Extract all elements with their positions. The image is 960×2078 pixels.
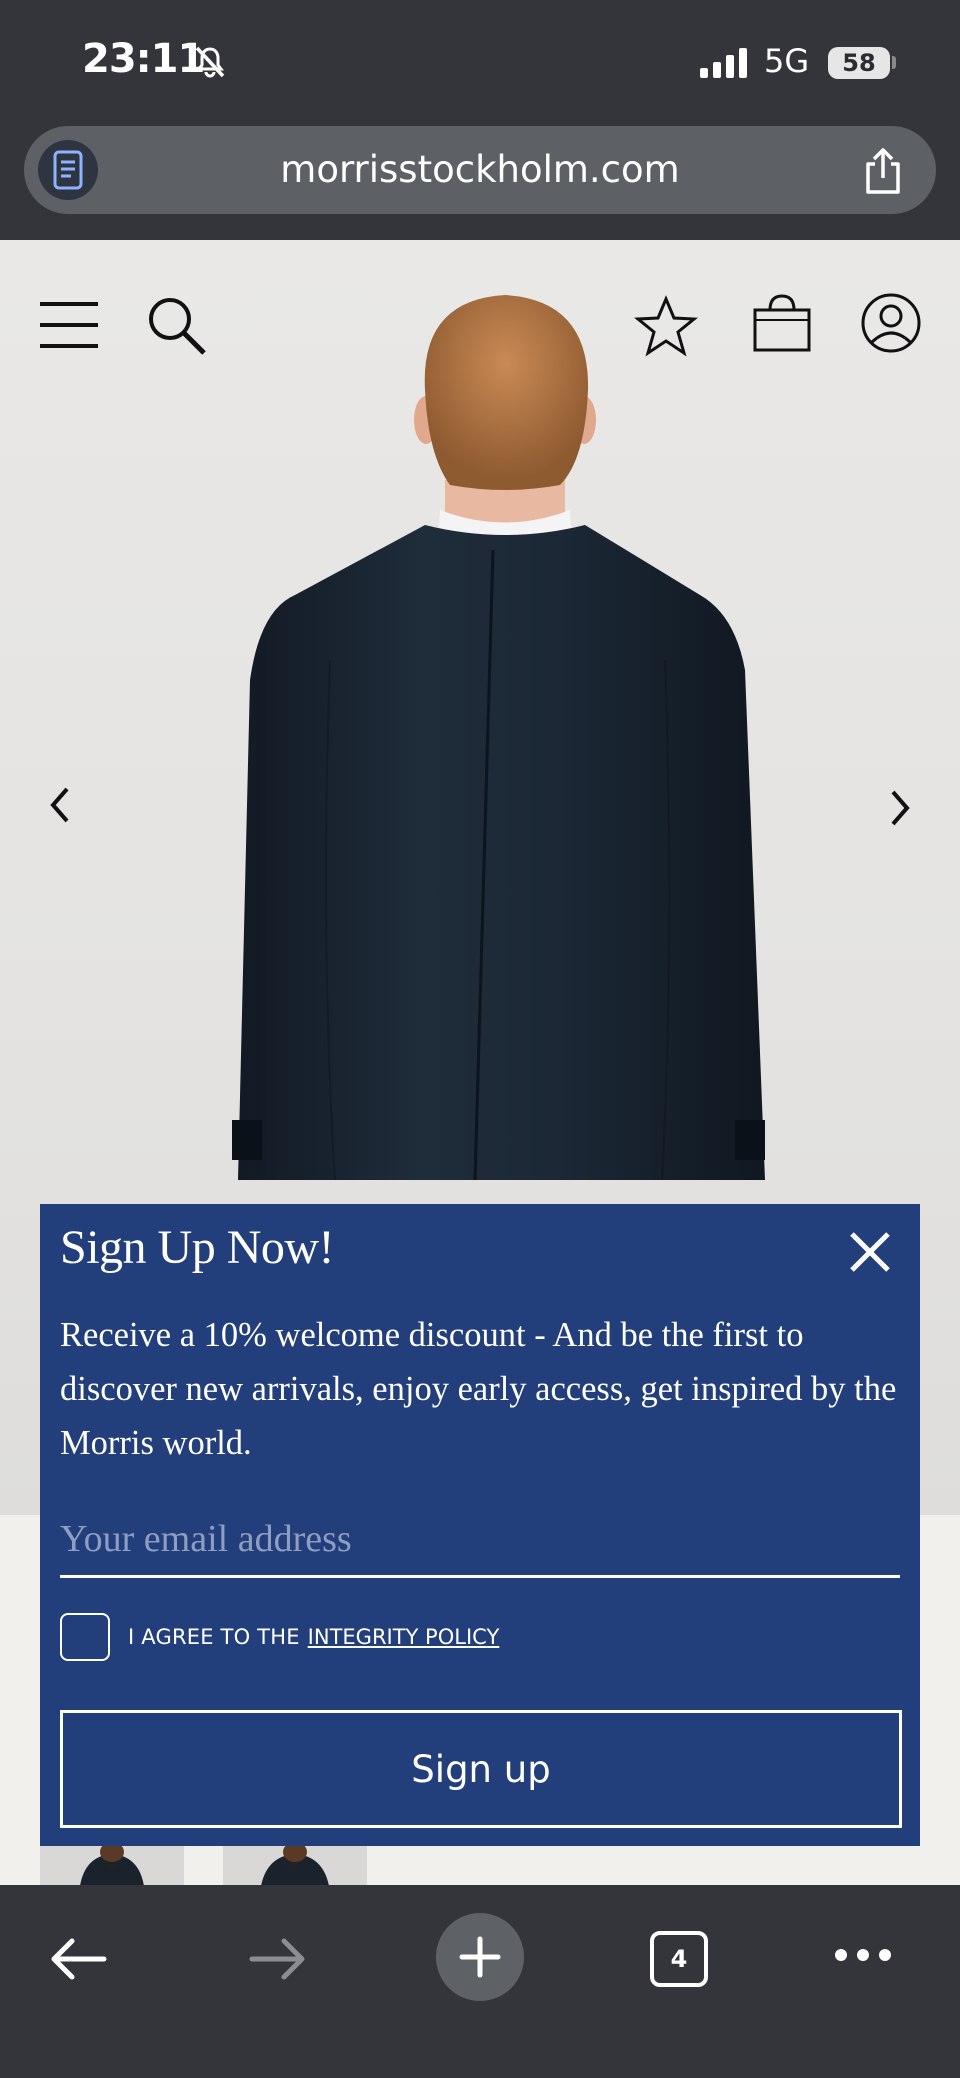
agree-label: I AGREE TO THE [128,1625,300,1649]
url-text[interactable]: morrisstockholm.com [124,126,836,214]
browser-toolbar: 4 [0,1885,960,2078]
tabs-icon[interactable]: 4 [650,1931,708,1987]
signup-button[interactable]: Sign up [60,1710,902,1828]
battery-nub [892,56,896,69]
more-icon[interactable] [830,1935,896,1975]
search-icon[interactable] [146,295,208,357]
signal-icon [700,48,747,78]
account-icon[interactable] [860,292,922,354]
bell-muted-icon [195,46,225,78]
address-bar[interactable]: morrisstockholm.com [24,126,936,214]
reader-icon[interactable] [38,140,98,200]
browser-address-area: morrisstockholm.com [0,120,960,240]
network-type: 5G [764,42,810,80]
new-tab-icon[interactable] [436,1913,524,2001]
status-bar: 23:11 5G 58 [0,0,960,120]
email-field[interactable] [60,1502,900,1578]
product-thumbnail[interactable] [40,1846,184,1886]
back-icon[interactable] [46,1929,110,1989]
chevron-left-icon[interactable] [30,775,90,835]
bag-icon[interactable] [752,292,812,354]
chevron-right-icon[interactable] [870,778,930,838]
agree-row: I AGREE TO THE INTEGRITY POLICY [60,1612,499,1662]
integrity-policy-link[interactable]: INTEGRITY POLICY [308,1625,500,1649]
forward-icon[interactable] [246,1929,310,1989]
favorite-icon[interactable] [634,295,698,357]
status-time: 23:11 [82,36,205,82]
close-icon[interactable] [846,1228,894,1276]
share-icon[interactable] [860,146,906,196]
popup-title: Sign Up Now! [60,1221,335,1274]
popup-description: Receive a 10% welcome discount - And be … [60,1316,897,1462]
signup-popup: Sign Up Now! Receive a 10% welcome disco… [40,1204,920,1846]
product-thumbnail[interactable] [223,1846,367,1886]
agree-checkbox[interactable] [60,1613,110,1661]
battery-icon: 58 [828,47,890,79]
menu-icon[interactable] [38,298,100,352]
